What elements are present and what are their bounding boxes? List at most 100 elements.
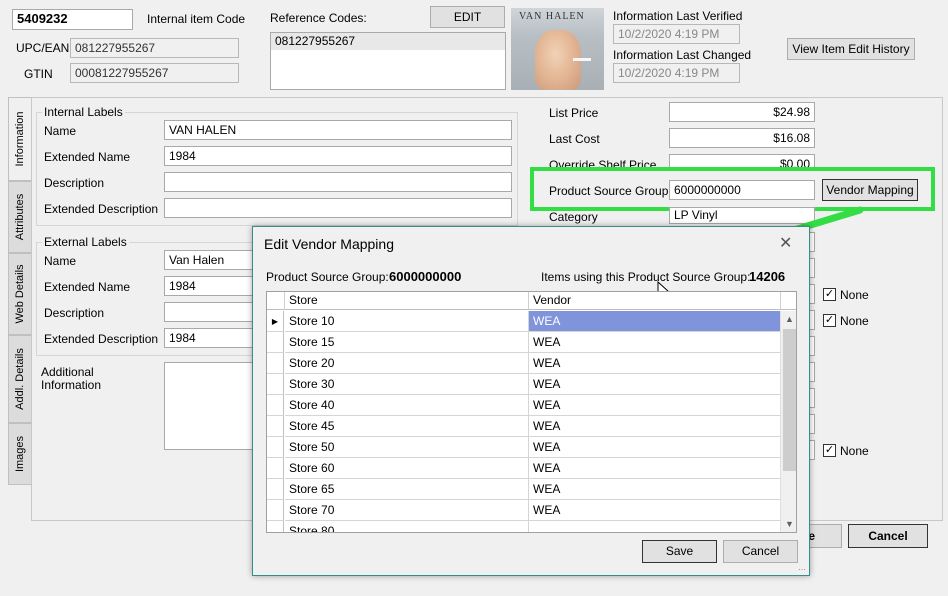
none-label-3: None: [840, 444, 869, 458]
store-cell[interactable]: Store 45: [285, 416, 529, 437]
vendor-cell[interactable]: WEA: [529, 395, 781, 416]
vendor-cell[interactable]: WEA: [529, 437, 781, 458]
vendor-mapping-button[interactable]: Vendor Mapping: [822, 179, 918, 201]
vendor-cell[interactable]: WEA: [529, 416, 781, 437]
table-row[interactable]: Store 45 WEA: [267, 416, 781, 437]
vendor-mapping-grid[interactable]: Store Vendor ▶ Store 10 WEA Store 15 WEA Stor…: [266, 291, 797, 533]
dialog-close-icon[interactable]: ✕: [779, 233, 792, 253]
store-cell[interactable]: Store 30: [285, 374, 529, 395]
store-cell[interactable]: Store 65: [285, 479, 529, 500]
item-number-field[interactable]: 5409232: [12, 9, 133, 30]
table-row[interactable]: Store 20 WEA: [267, 353, 781, 374]
table-row[interactable]: Store 80: [267, 521, 781, 532]
tab-attributes[interactable]: Attributes: [8, 181, 31, 253]
tab-attributes-label: Attributes: [14, 193, 26, 241]
info-changed-field[interactable]: 10/2/2020 4:19 PM: [613, 63, 740, 83]
internal-name-label: Name: [44, 124, 77, 138]
store-cell[interactable]: Store 40: [285, 395, 529, 416]
current-row-indicator-icon[interactable]: ▶: [267, 311, 284, 332]
view-item-edit-history-button[interactable]: View Item Edit History: [787, 38, 915, 60]
table-row[interactable]: Store 15 WEA: [267, 332, 781, 353]
table-row[interactable]: Store 30 WEA: [267, 374, 781, 395]
none-checkbox-3[interactable]: ✓: [823, 444, 836, 457]
internal-name-field[interactable]: VAN HALEN: [164, 120, 512, 140]
dialog-save-button[interactable]: Save: [642, 540, 717, 563]
scroll-thumb[interactable]: [783, 329, 796, 471]
external-desc-label: Description: [44, 306, 105, 320]
table-row[interactable]: ▶ Store 10 WEA: [267, 311, 781, 332]
last-cost-field[interactable]: $16.08: [669, 128, 815, 148]
column-header-vendor[interactable]: Vendor: [529, 292, 781, 310]
info-changed-label: Information Last Changed: [613, 48, 752, 62]
row-header[interactable]: [267, 479, 284, 500]
internal-desc-field[interactable]: [164, 172, 512, 192]
internal-ext-name-label: Extended Name: [44, 150, 131, 164]
store-cell[interactable]: Store 80: [285, 521, 529, 532]
row-header[interactable]: [267, 500, 284, 521]
row-header[interactable]: [267, 458, 284, 479]
grid-scrollbar[interactable]: ▲ ▼: [780, 311, 796, 532]
reference-code-item[interactable]: 081227955267: [271, 33, 505, 50]
product-source-group-field[interactable]: 6000000000: [669, 180, 815, 200]
album-cover-cigarette: [573, 58, 591, 61]
tab-images[interactable]: Images: [8, 423, 31, 485]
vendor-cell[interactable]: WEA: [529, 374, 781, 395]
row-header[interactable]: [267, 395, 284, 416]
tab-web-details[interactable]: Web Details: [8, 253, 31, 335]
table-row[interactable]: Store 40 WEA: [267, 395, 781, 416]
vendor-cell[interactable]: WEA: [529, 458, 781, 479]
upc-label: UPC/EAN: [16, 41, 70, 55]
scroll-down-arrow-icon[interactable]: ▼: [781, 516, 796, 532]
row-header[interactable]: [267, 332, 284, 353]
tab-information[interactable]: Information: [8, 97, 31, 181]
dialog-cancel-button[interactable]: Cancel: [723, 540, 798, 563]
vendor-cell[interactable]: WEA: [529, 500, 781, 521]
row-header[interactable]: [267, 374, 284, 395]
table-row[interactable]: Store 65 WEA: [267, 479, 781, 500]
store-cell[interactable]: Store 70: [285, 500, 529, 521]
list-price-field[interactable]: $24.98: [669, 102, 815, 122]
row-header[interactable]: [267, 353, 284, 374]
info-verified-label: Information Last Verified: [613, 9, 743, 23]
internal-ext-name-field[interactable]: 1984: [164, 146, 512, 166]
external-ext-desc-field[interactable]: 1984: [164, 328, 254, 348]
store-cell[interactable]: Store 15: [285, 332, 529, 353]
gtin-field[interactable]: 00081227955267: [70, 63, 239, 83]
column-header-store[interactable]: Store: [285, 292, 529, 310]
tab-addl-details-label: Addl. Details: [14, 348, 26, 410]
none-label-1: None: [840, 288, 869, 302]
external-ext-name-field[interactable]: 1984: [164, 276, 254, 296]
table-row[interactable]: Store 70 WEA: [267, 500, 781, 521]
cancel-item-button[interactable]: Cancel: [848, 524, 928, 548]
vendor-cell[interactable]: WEA: [529, 353, 781, 374]
info-verified-field[interactable]: 10/2/2020 4:19 PM: [613, 24, 740, 44]
store-cell[interactable]: Store 20: [285, 353, 529, 374]
additional-info-field[interactable]: [164, 362, 254, 450]
vendor-cell[interactable]: WEA: [529, 332, 781, 353]
vendor-cell[interactable]: WEA: [529, 479, 781, 500]
internal-labels-title: Internal Labels: [42, 105, 125, 119]
edit-reference-codes-button[interactable]: EDIT: [430, 6, 505, 28]
external-desc-field[interactable]: [164, 302, 254, 322]
internal-ext-desc-field[interactable]: [164, 198, 512, 218]
row-header[interactable]: [267, 521, 284, 532]
vendor-cell[interactable]: WEA: [529, 311, 781, 332]
vendor-cell[interactable]: [529, 521, 781, 532]
external-ext-name-label: Extended Name: [44, 280, 131, 294]
row-header[interactable]: [267, 437, 284, 458]
reference-codes-list[interactable]: 081227955267: [270, 32, 506, 90]
store-cell[interactable]: Store 60: [285, 458, 529, 479]
scroll-up-arrow-icon[interactable]: ▲: [781, 311, 796, 328]
none-checkbox-2[interactable]: ✓: [823, 314, 836, 327]
table-row[interactable]: Store 50 WEA: [267, 437, 781, 458]
store-cell[interactable]: Store 50: [285, 437, 529, 458]
none-checkbox-1[interactable]: ✓: [823, 288, 836, 301]
tab-addl-details[interactable]: Addl. Details: [8, 335, 31, 423]
row-header[interactable]: [267, 416, 284, 437]
table-row[interactable]: Store 60 WEA: [267, 458, 781, 479]
upc-field[interactable]: 081227955267: [70, 38, 239, 58]
resize-grip-icon[interactable]: ⋯: [798, 565, 806, 574]
internal-ext-desc-label: Extended Description: [44, 202, 159, 216]
store-cell[interactable]: Store 10: [285, 311, 529, 332]
external-name-field[interactable]: Van Halen: [164, 250, 254, 270]
